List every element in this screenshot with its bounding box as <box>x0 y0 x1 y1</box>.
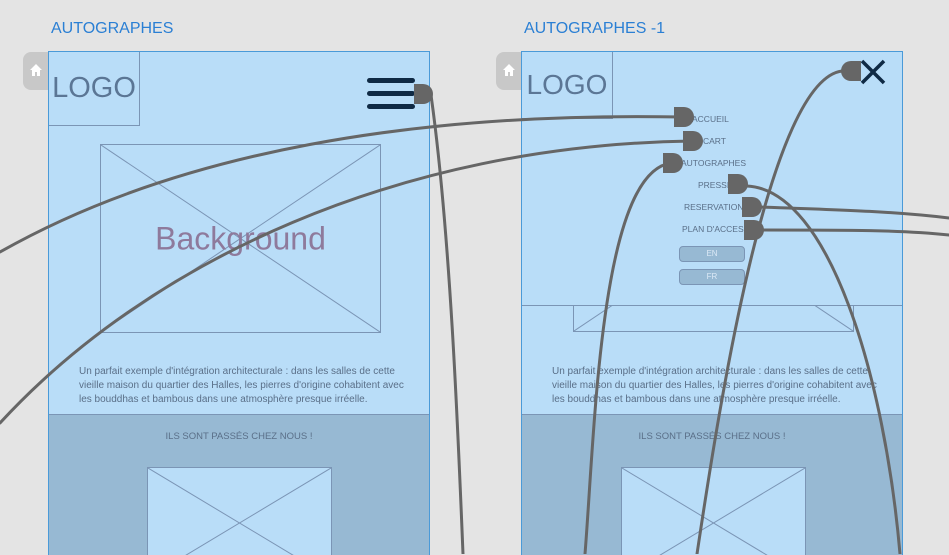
link-hamburger[interactable] <box>429 93 465 554</box>
link-presse[interactable] <box>745 184 902 554</box>
connector-handle[interactable] <box>674 107 694 127</box>
connector-handle[interactable] <box>742 197 762 217</box>
connector-handle[interactable] <box>663 153 683 173</box>
connector-handle[interactable] <box>728 174 748 194</box>
link-autographes[interactable] <box>583 161 674 554</box>
link-accueil[interactable] <box>0 115 685 254</box>
connector-handle[interactable] <box>841 61 861 81</box>
connector-handle[interactable] <box>683 131 703 151</box>
connector-handle[interactable] <box>744 220 764 240</box>
link-close[interactable] <box>695 69 844 554</box>
prototype-links <box>0 61 949 554</box>
link-reservation[interactable] <box>758 205 949 220</box>
link-cart[interactable] <box>0 139 694 425</box>
link-plan-d-acces[interactable] <box>760 228 949 237</box>
connector-handle[interactable] <box>414 84 433 104</box>
